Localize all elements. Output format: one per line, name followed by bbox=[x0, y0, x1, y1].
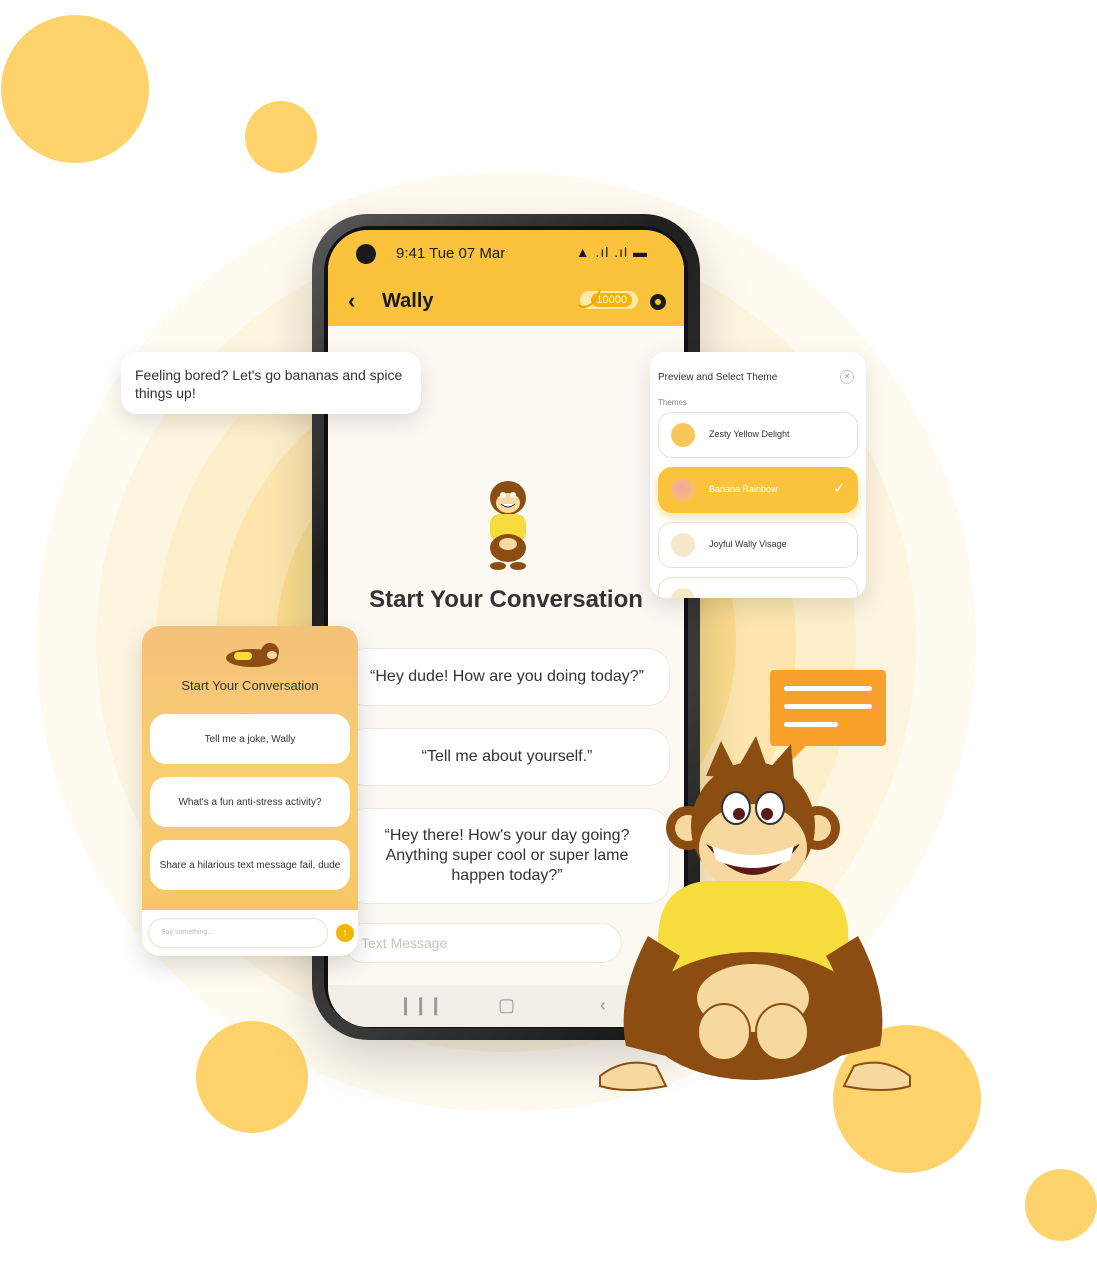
theme-option-label: Banana Rainbow bbox=[709, 484, 778, 494]
theme-option-label: Joyful Wally Visage bbox=[709, 539, 787, 549]
deco-dot bbox=[196, 1021, 308, 1133]
theme-option-selected[interactable]: Banana Rainbow ✓ bbox=[658, 467, 858, 513]
deco-dot bbox=[1025, 1169, 1097, 1241]
theme-option[interactable]: Zesty Yellow Delight bbox=[658, 412, 858, 458]
theme-swatch bbox=[671, 423, 695, 447]
camera-icon bbox=[356, 244, 376, 264]
theme-swatch bbox=[671, 533, 695, 557]
suggestion-button[interactable]: “Hey dude! How are you doing today?” bbox=[344, 648, 670, 706]
card-suggestion-button[interactable]: What's a fun anti-stress activity? bbox=[150, 777, 350, 827]
card-suggestion-button[interactable]: Share a hilarious text message fail, dud… bbox=[150, 840, 350, 890]
chat-line bbox=[784, 722, 838, 727]
deco-dot bbox=[1, 15, 149, 163]
theme-section-label: Themes bbox=[658, 398, 687, 407]
theme-panel: Preview and Select Theme ✕ Themes Zesty … bbox=[650, 352, 866, 598]
home-icon[interactable]: ▢ bbox=[498, 995, 515, 1016]
speech-bubble: Feeling bored? Let's go bananas and spic… bbox=[121, 352, 421, 414]
say-something-input[interactable]: Say something... bbox=[148, 918, 328, 948]
send-icon[interactable]: ↑ bbox=[336, 924, 354, 942]
theme-swatch bbox=[671, 588, 695, 598]
page-title: Wally bbox=[382, 290, 434, 312]
conversation-title: Start Your Conversation bbox=[369, 586, 643, 613]
chat-line bbox=[784, 686, 872, 691]
theme-option[interactable] bbox=[658, 577, 858, 598]
gear-icon[interactable] bbox=[648, 292, 668, 312]
theme-panel-title: Preview and Select Theme bbox=[658, 372, 778, 383]
theme-swatch bbox=[671, 478, 695, 502]
theme-option-label: Zesty Yellow Delight bbox=[709, 429, 790, 439]
card-title: Start Your Conversation bbox=[181, 678, 319, 693]
card-suggestion-button[interactable]: Tell me a joke, Wally bbox=[150, 714, 350, 764]
signal-icon: ▲ .ıl .ıl ▬ bbox=[575, 244, 648, 260]
back-icon[interactable]: ‹ bbox=[348, 288, 355, 314]
check-icon: ✓ bbox=[833, 480, 845, 496]
app-header: 9:41 Tue 07 Mar ▲ .ıl .ıl ▬ ‹ Wally 1000… bbox=[328, 230, 684, 326]
close-icon[interactable]: ✕ bbox=[840, 370, 854, 384]
chat-message-icon bbox=[770, 670, 886, 746]
recents-icon[interactable]: ❙❙❙ bbox=[398, 995, 443, 1016]
status-time: 9:41 Tue 07 Mar bbox=[396, 245, 506, 262]
sleeping-monkey-icon bbox=[226, 643, 279, 667]
wally-mascot-icon bbox=[490, 481, 526, 570]
theme-option[interactable]: Joyful Wally Visage bbox=[658, 522, 858, 568]
chat-line bbox=[784, 704, 872, 709]
card-input-bar: Say something... ↑ bbox=[142, 910, 358, 956]
text-message-input[interactable]: Text Message bbox=[344, 923, 622, 963]
deco-dot bbox=[245, 101, 317, 173]
banana-icon bbox=[578, 289, 601, 309]
conversation-card: Start Your Conversation Tell me a joke, … bbox=[142, 626, 358, 956]
wally-large-mascot-icon bbox=[599, 736, 911, 1091]
